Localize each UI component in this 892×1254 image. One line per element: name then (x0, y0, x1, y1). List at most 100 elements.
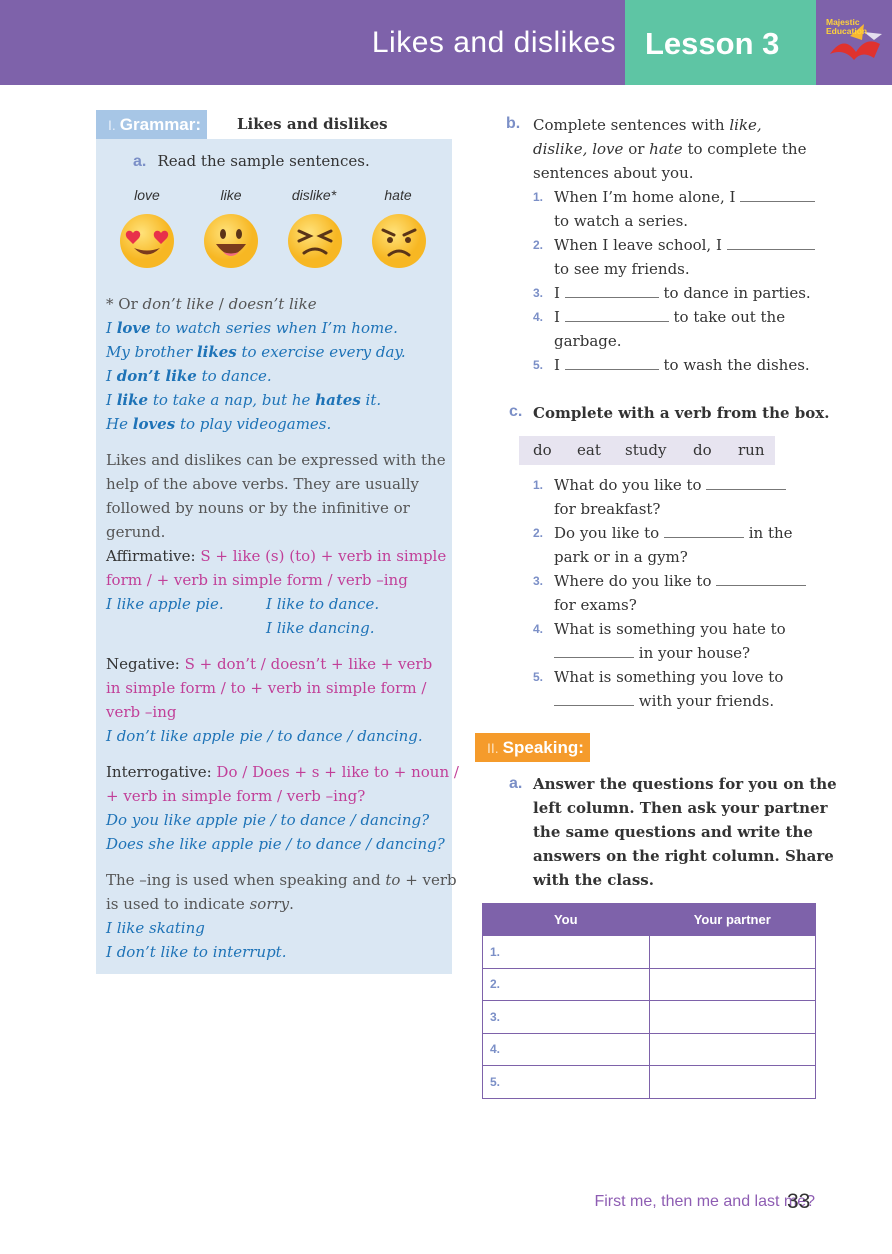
logo-text-2: Education (826, 26, 868, 36)
exercise-letter: a. (133, 153, 147, 170)
item-number: 3. (533, 574, 544, 588)
table-header-row: You Your partner (482, 903, 816, 936)
emoji-label-like: like (220, 187, 242, 203)
example-sentence: I like to take a nap, but he hates it. (106, 391, 382, 409)
negative-rule: Negative: S + don’t / doesn’t + like + v… (106, 655, 433, 673)
negative-rule: in simple form / to + verb in simple for… (106, 679, 427, 697)
footer-text: First me, then me and last me? (594, 1193, 815, 1210)
explanation-line: gerund. (106, 523, 166, 541)
row-number-cell[interactable]: 2. (482, 967, 650, 1001)
column-header-partner: Your partner (648, 903, 816, 936)
answer-blank[interactable] (564, 284, 659, 298)
explanation-line: Likes and dislikes can be expressed with… (106, 451, 446, 469)
verb-option: run (738, 441, 765, 459)
answer-blank[interactable] (554, 692, 634, 706)
exercise-b-instruction: dislike, love or hate to complete the (533, 140, 807, 158)
exercise-b-item: When I’m home alone, I (554, 185, 816, 209)
final-example: I don’t like to interrupt. (106, 943, 287, 961)
exercise-b-item: I to dance in parties. (554, 284, 811, 302)
angry-emoji-icon (372, 214, 426, 268)
table-row: 5. (482, 1065, 816, 1099)
column-header-you: You (482, 903, 650, 936)
answer-blank[interactable] (554, 644, 634, 658)
exercise-c-item: in your house? (554, 641, 750, 665)
exercise-c-item: Do you like to in the (554, 524, 793, 542)
partner-answer-cell[interactable] (648, 1000, 816, 1034)
exercise-b-item: to see my friends. (554, 260, 690, 278)
explanation-line: followed by nouns or by the infinitive o… (106, 499, 410, 517)
example-sentence: He loves to play videogames. (106, 415, 332, 433)
exercise-c-item: What is something you hate to (554, 620, 786, 638)
page-title: Likes and dislikes (371, 26, 616, 59)
answer-blank[interactable] (716, 572, 807, 586)
section-number: II. (487, 740, 499, 756)
row-number-cell[interactable]: 3. (482, 1000, 650, 1034)
exercise-c-item: park or in a gym? (554, 548, 688, 566)
exercise-instruction: Read the sample sentences. (157, 152, 370, 170)
answer-blank[interactable] (564, 308, 669, 322)
row-number-cell[interactable]: 1. (482, 935, 650, 969)
grammar-section-tag: I. Grammar: (96, 110, 208, 139)
final-example: I like skating (106, 919, 205, 937)
interrogative-rule: + verb in simple form / verb –ing? (106, 787, 366, 805)
ing-note: The –ing is used when speaking and to + … (106, 871, 457, 889)
interrogative-example: Does she like apple pie / to dance / dan… (106, 835, 445, 853)
row-number-cell[interactable]: 4. (482, 1032, 650, 1066)
verb-box: do eat study do run (519, 436, 775, 465)
partner-answer-cell[interactable] (648, 967, 816, 1001)
exercise-c-item: for exams? (554, 596, 637, 614)
explanation-line: help of the above verbs. They are usuall… (106, 475, 420, 493)
emoji-label-hate: hate (384, 187, 412, 203)
affirmative-example: I like dancing. (266, 619, 375, 637)
exercise-b-instruction: sentences about you. (533, 164, 694, 182)
answer-blank[interactable] (663, 524, 744, 538)
exercise-b-item: I to wash the dishes. (554, 356, 810, 374)
exercise-c-letter: c. (509, 403, 523, 420)
affirmative-example: I like to dance. (266, 595, 380, 613)
example-sentence: I don’t like to dance. (106, 367, 272, 385)
squinting-emoji-icon (288, 214, 342, 268)
affirmative-rule: form / + verb in simple form / verb –ing (106, 571, 408, 589)
speaking-instruction: answers on the right column. Share (533, 847, 834, 865)
answer-blank[interactable] (740, 188, 816, 202)
item-number: 4. (533, 310, 544, 324)
ing-note: is used to indicate sorry. (106, 895, 294, 913)
heart-eyes-emoji-icon (120, 214, 174, 268)
partner-answer-cell[interactable] (648, 935, 816, 969)
speaking-instruction: the same questions and write the (533, 823, 813, 841)
emoji-label-dislike: dislike* (291, 187, 337, 203)
lesson-box: Lesson 3 (625, 0, 816, 85)
exercise-b-item: to watch a series. (554, 212, 689, 230)
answer-blank[interactable] (564, 356, 659, 370)
speaking-instruction: with the class. (533, 871, 654, 889)
item-number: 3. (533, 286, 544, 300)
partner-answer-cell[interactable] (648, 1032, 816, 1066)
interrogative-rule: Interrogative: Do / Does + s + like to +… (106, 763, 459, 781)
exercise-c-item: Where do you like to (554, 569, 807, 593)
item-number: 2. (533, 526, 544, 540)
answer-blank[interactable] (706, 476, 787, 490)
item-number: 4. (533, 622, 544, 636)
exercise-c-item: for breakfast? (554, 500, 661, 518)
affirmative-rule: Affirmative: S + like (s) (to) + verb in… (106, 547, 447, 565)
emoji-label-love: love (134, 187, 160, 203)
grammar-title: Likes and dislikes (237, 115, 388, 133)
item-number: 1. (533, 478, 544, 492)
table-row: 2. (482, 967, 816, 1001)
section-label: Grammar: (119, 115, 202, 134)
verb-option: study (625, 441, 667, 459)
answer-blank[interactable] (726, 236, 815, 250)
item-number: 5. (533, 670, 544, 684)
exercise-c-instruction: Complete with a verb from the box. (533, 404, 830, 422)
partner-answer-cell[interactable] (648, 1065, 816, 1099)
row-number-cell[interactable]: 5. (482, 1065, 650, 1099)
speaking-section-tag: II. Speaking: (475, 733, 590, 762)
table-row: 3. (482, 1000, 816, 1034)
header-bar: Likes and dislikes Lesson 3 Majestic Edu… (0, 0, 892, 85)
exercise-b-item: garbage. (554, 332, 622, 350)
verb-option: eat (577, 441, 601, 459)
negative-rule: verb –ing (106, 703, 177, 721)
verb-option: do (693, 441, 712, 459)
table-row: 4. (482, 1032, 816, 1066)
exercise-a-heading: a. Read the sample sentences. (133, 151, 370, 171)
